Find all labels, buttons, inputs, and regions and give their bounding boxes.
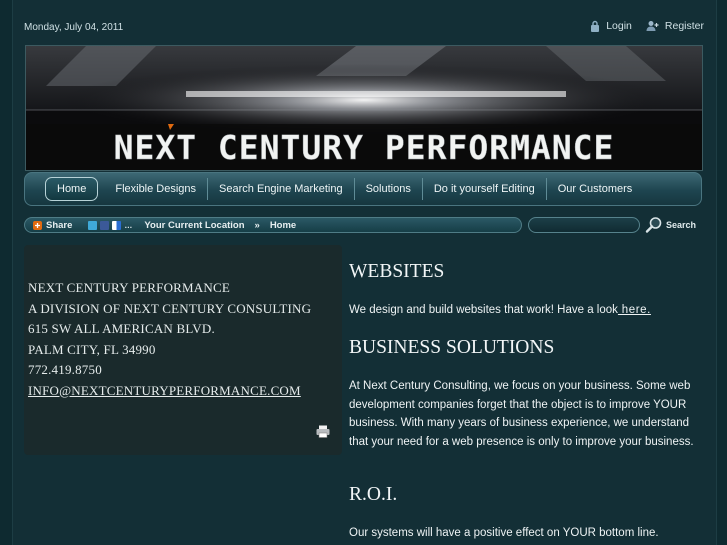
share-plus-icon: [33, 220, 42, 230]
contact-panel: NEXT CENTURY PERFORMANCE A DIVISION OF N…: [24, 245, 342, 455]
top-bar: Monday, July 04, 2011 Login Register: [24, 20, 704, 38]
twitter-icon[interactable]: [88, 220, 98, 230]
heading-business-solutions: BUSINESS SOLUTIONS: [349, 337, 555, 358]
magnifier-icon: [645, 217, 662, 233]
share-button[interactable]: Share: [33, 220, 72, 231]
websites-paragraph: We design and build websites that work! …: [349, 304, 618, 316]
company-email-link[interactable]: INFO@NEXTCENTURYPERFORMANCE.COM: [28, 381, 311, 402]
business-solutions-paragraph: At Next Century Consulting, we focus on …: [349, 380, 694, 448]
toolbar: Share … Your Current Location » Home: [24, 217, 522, 233]
login-label: Login: [606, 20, 632, 32]
auth-links: Login Register: [590, 20, 704, 32]
more-sharing-icon[interactable]: …: [124, 221, 132, 230]
company-name: NEXT CENTURY PERFORMANCE: [28, 280, 230, 295]
lock-icon: [591, 20, 600, 32]
company-street: 615 SW ALL AMERICAN BLVD.: [28, 321, 215, 336]
search-label: Search: [666, 220, 697, 230]
register-link[interactable]: Register: [646, 20, 704, 32]
share-label: Share: [46, 219, 73, 231]
search-button[interactable]: Search: [645, 216, 696, 234]
main-nav: Home Flexible Designs Search Engine Mark…: [24, 172, 702, 206]
company-phone: 772.419.8750: [28, 362, 102, 377]
nav-flexible-designs[interactable]: Flexible Designs: [104, 178, 209, 200]
nav-diy-editing[interactable]: Do it yourself Editing: [423, 178, 547, 200]
social-icons: …: [88, 220, 132, 230]
roi-paragraph: Our systems will have a positive effect …: [349, 527, 659, 539]
breadcrumb: Your Current Location » Home: [144, 220, 296, 231]
nav-home[interactable]: Home: [45, 177, 99, 201]
register-label: Register: [664, 20, 704, 32]
breadcrumb-separator: »: [254, 219, 260, 231]
nav-search-engine-marketing[interactable]: Search Engine Marketing: [208, 178, 355, 200]
header-banner: NEXT CENTURY PERFORMANCE: [25, 45, 703, 171]
company-city: PALM CITY, FL 34990: [28, 341, 156, 357]
here-link[interactable]: here.: [618, 304, 651, 316]
company-division: A DIVISION OF NEXT CENTURY CONSULTING: [28, 300, 312, 316]
websites-text: We design and build websites that work! …: [349, 301, 701, 320]
user-add-icon: [646, 21, 659, 31]
delicious-icon[interactable]: [112, 220, 122, 230]
nav-our-customers[interactable]: Our Customers: [547, 178, 644, 200]
breadcrumb-label: Your Current Location: [144, 219, 245, 231]
heading-roi: R.O.I.: [349, 484, 398, 505]
heading-websites: WEBSITES: [349, 261, 445, 282]
login-link[interactable]: Login: [590, 20, 632, 32]
printer-icon[interactable]: [316, 425, 330, 438]
current-date: Monday, July 04, 2011: [24, 22, 124, 33]
banner-title: NEXT CENTURY PERFORMANCE: [114, 128, 615, 167]
nav-solutions[interactable]: Solutions: [355, 178, 423, 200]
facebook-icon[interactable]: [100, 220, 110, 230]
breadcrumb-home[interactable]: Home: [270, 220, 296, 231]
search-input[interactable]: [528, 217, 640, 233]
contact-address: NEXT CENTURY PERFORMANCE A DIVISION OF N…: [28, 278, 311, 401]
